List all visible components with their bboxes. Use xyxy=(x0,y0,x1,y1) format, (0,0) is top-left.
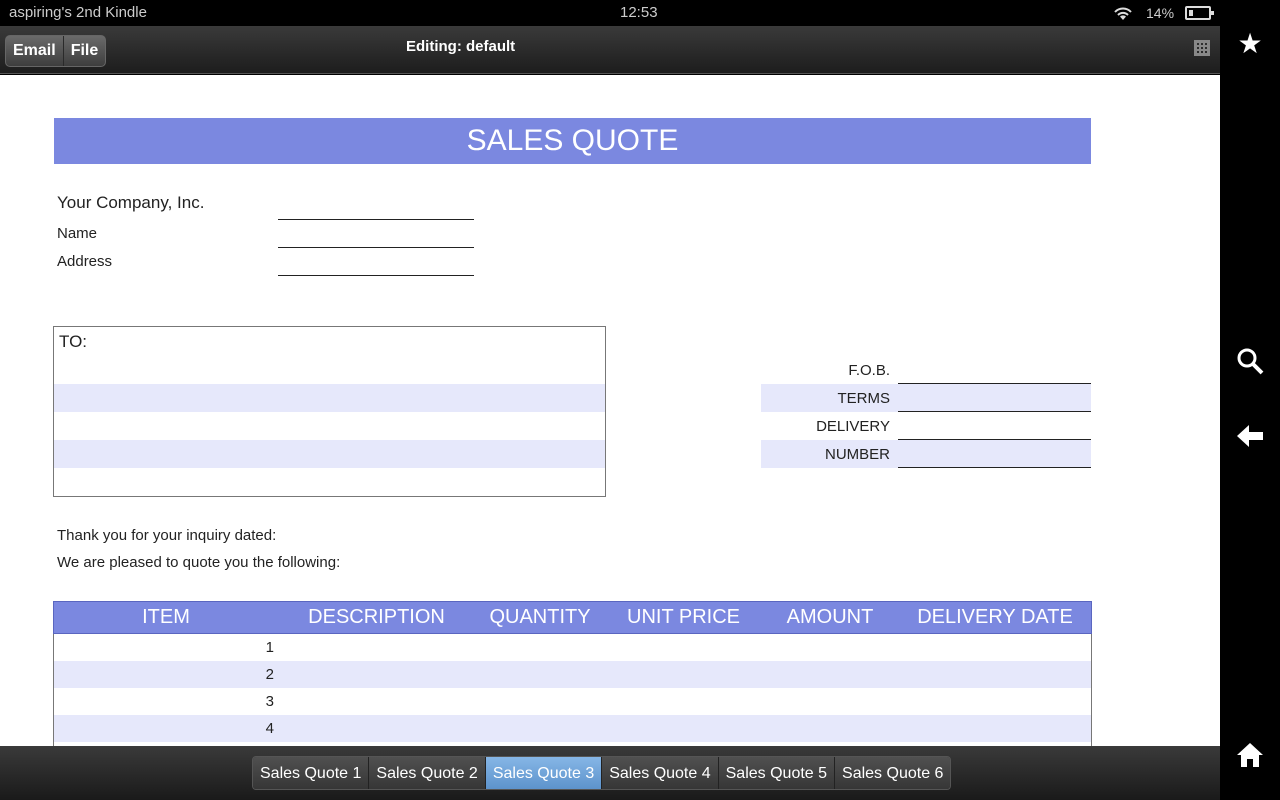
table-row[interactable]: 1 xyxy=(53,634,1092,661)
column-header: ITEM xyxy=(142,606,190,628)
column-header: QUANTITY xyxy=(489,606,591,628)
editing-title: Editing: default xyxy=(406,38,516,55)
column-header: AMOUNT xyxy=(786,606,874,628)
sheet-tabs: Sales Quote 1 Sales Quote 2 Sales Quote … xyxy=(252,756,952,790)
terms-label: DELIVERY xyxy=(816,418,890,435)
column-header: DESCRIPTION xyxy=(308,606,445,628)
table-row[interactable]: 2 xyxy=(53,661,1092,688)
spreadsheet-document[interactable]: SALES QUOTE Your Company, Inc. Name Addr… xyxy=(0,75,1220,746)
to-band xyxy=(54,384,605,412)
address-line[interactable] xyxy=(278,275,474,276)
table-row[interactable]: 4 xyxy=(53,715,1092,742)
device-name: aspiring's 2nd Kindle xyxy=(9,4,147,21)
terms-row[interactable]: TERMS xyxy=(761,384,1091,412)
sheet-tab-1[interactable]: Sales Quote 1 xyxy=(253,757,370,789)
sheet-tab-6[interactable]: Sales Quote 6 xyxy=(835,757,951,789)
to-box[interactable]: TO: xyxy=(53,326,606,497)
battery-icon xyxy=(1185,6,1214,20)
sheet-tab-4[interactable]: Sales Quote 4 xyxy=(602,757,719,789)
terms-row[interactable]: DELIVERY xyxy=(761,412,1091,440)
column-header: DELIVERY DATE xyxy=(917,606,1073,628)
email-button[interactable]: Email xyxy=(6,36,63,66)
grid-icon[interactable] xyxy=(1194,40,1210,56)
address-label: Address xyxy=(57,253,113,270)
item-number: 4 xyxy=(265,720,274,737)
star-icon[interactable]: ★ xyxy=(1234,28,1266,60)
to-label: TO: xyxy=(59,332,88,351)
home-icon[interactable] xyxy=(1234,740,1266,772)
wifi-icon xyxy=(1112,4,1134,26)
company-line[interactable] xyxy=(278,219,474,220)
toolbar: Email File Editing: default xyxy=(0,26,1220,74)
file-button[interactable]: File xyxy=(62,36,106,66)
back-arrow-icon[interactable] xyxy=(1234,421,1266,453)
battery-percent: 14% xyxy=(1146,5,1175,21)
search-icon[interactable] xyxy=(1234,346,1266,378)
sales-quote-banner: SALES QUOTE xyxy=(54,118,1091,164)
item-number: 3 xyxy=(265,693,274,710)
column-header: UNIT PRICE xyxy=(627,606,740,628)
items-table: ITEM DESCRIPTION QUANTITY UNIT PRICE AMO… xyxy=(53,601,1092,746)
terms-label: TERMS xyxy=(837,390,891,407)
terms-label: F.O.B. xyxy=(848,362,890,379)
terms-row[interactable]: F.O.B. xyxy=(761,356,1091,384)
company-name: Your Company, Inc. xyxy=(57,193,205,212)
toolbar-button-group: Email File xyxy=(5,35,107,67)
sheet-tab-bar: Sales Quote 1 Sales Quote 2 Sales Quote … xyxy=(0,746,1220,800)
pleased-text: We are pleased to quote you the followin… xyxy=(57,554,341,571)
sheet-tab-5[interactable]: Sales Quote 5 xyxy=(718,757,836,789)
clock: 12:53 xyxy=(620,4,658,21)
status-bar: aspiring's 2nd Kindle 12:53 14% xyxy=(0,0,1220,26)
terms-label: NUMBER xyxy=(824,446,890,463)
sheet-tab-2[interactable]: Sales Quote 2 xyxy=(369,757,486,789)
system-nav-bar: ★ xyxy=(1220,0,1280,800)
to-band xyxy=(54,440,605,468)
name-line[interactable] xyxy=(278,247,474,248)
thanks-text: Thank you for your inquiry dated: xyxy=(57,527,277,544)
terms-row[interactable]: NUMBER xyxy=(761,440,1091,468)
item-number: 1 xyxy=(265,639,274,656)
name-label: Name xyxy=(57,225,98,242)
sheet-tab-3[interactable]: Sales Quote 3 xyxy=(485,757,603,789)
items-header: ITEM DESCRIPTION QUANTITY UNIT PRICE AMO… xyxy=(53,601,1092,634)
item-number: 2 xyxy=(265,666,274,683)
table-row[interactable]: 3 xyxy=(53,688,1092,715)
